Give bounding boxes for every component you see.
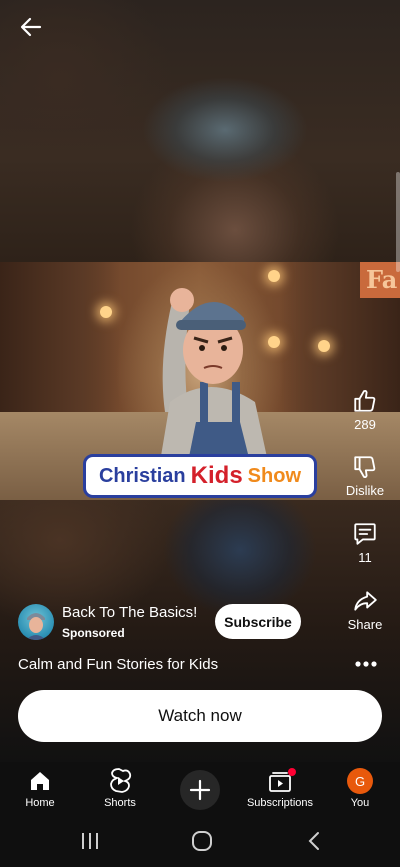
nav-home-label: Home: [25, 797, 55, 809]
shorts-icon: [110, 768, 132, 793]
system-navigation-bar: [0, 814, 400, 867]
blurred-backdrop-top: [0, 0, 400, 262]
home-circle-icon: [192, 831, 212, 851]
dislike-label: Dislike: [345, 483, 385, 498]
watch-now-button[interactable]: Watch now: [18, 690, 382, 742]
dislike-button[interactable]: Dislike: [335, 454, 395, 498]
logo-text-christian: Christian: [98, 464, 186, 487]
thumbs-down-icon: [354, 456, 376, 479]
notification-dot: [288, 768, 296, 776]
logo-text-kids: Kids: [190, 462, 243, 489]
share-label: Share: [347, 617, 383, 632]
nav-shorts[interactable]: Shorts: [80, 762, 160, 814]
cartoon-avatar-icon: [26, 613, 46, 640]
like-count: 289: [354, 417, 376, 432]
ad-description[interactable]: Calm and Fun Stories for Kids: [18, 656, 218, 673]
nav-you-label: You: [350, 797, 370, 809]
back-arrow-icon: [20, 17, 42, 37]
more-options-button[interactable]: [352, 654, 380, 674]
like-button[interactable]: 289: [335, 388, 395, 432]
comment-icon: [354, 523, 376, 545]
nav-home[interactable]: Home: [0, 762, 80, 814]
bottom-navigation: Home Shorts Subscriptions G You: [0, 762, 400, 814]
nav-shorts-label: Shorts: [104, 797, 136, 809]
subscribe-button[interactable]: Subscribe: [215, 604, 301, 639]
user-avatar: G: [347, 768, 373, 794]
back-button[interactable]: [14, 12, 48, 42]
plus-icon: [189, 779, 211, 801]
share-icon: [354, 591, 377, 611]
thumbs-up-icon: [354, 389, 376, 412]
comments-button[interactable]: 11: [335, 521, 395, 565]
more-dots-icon: [355, 661, 377, 667]
shorts-player: Fa Christian Kids Show 289 Dislike 11 Sh…: [0, 0, 400, 867]
create-button[interactable]: [180, 770, 220, 810]
recent-apps-button[interactable]: [70, 826, 110, 856]
recent-apps-icon: [82, 833, 98, 849]
sponsored-label: Sponsored: [62, 626, 125, 640]
channel-name[interactable]: Back To The Basics!: [62, 604, 197, 621]
share-button[interactable]: Share: [335, 588, 395, 632]
nav-subscriptions-label: Subscriptions: [246, 797, 314, 809]
chevron-left-icon: [308, 832, 319, 850]
nav-you[interactable]: G You: [320, 762, 400, 814]
nav-subscriptions[interactable]: Subscriptions: [240, 762, 320, 814]
scroll-handle[interactable]: [396, 172, 400, 272]
logo-text-show: Show: [247, 464, 302, 487]
back-system-button[interactable]: [294, 826, 334, 856]
home-icon: [31, 772, 49, 790]
christian-kids-show-logo: Christian Kids Show: [83, 454, 317, 498]
comment-count: 11: [358, 550, 372, 565]
home-system-button[interactable]: [182, 826, 222, 856]
channel-avatar[interactable]: [18, 604, 54, 640]
